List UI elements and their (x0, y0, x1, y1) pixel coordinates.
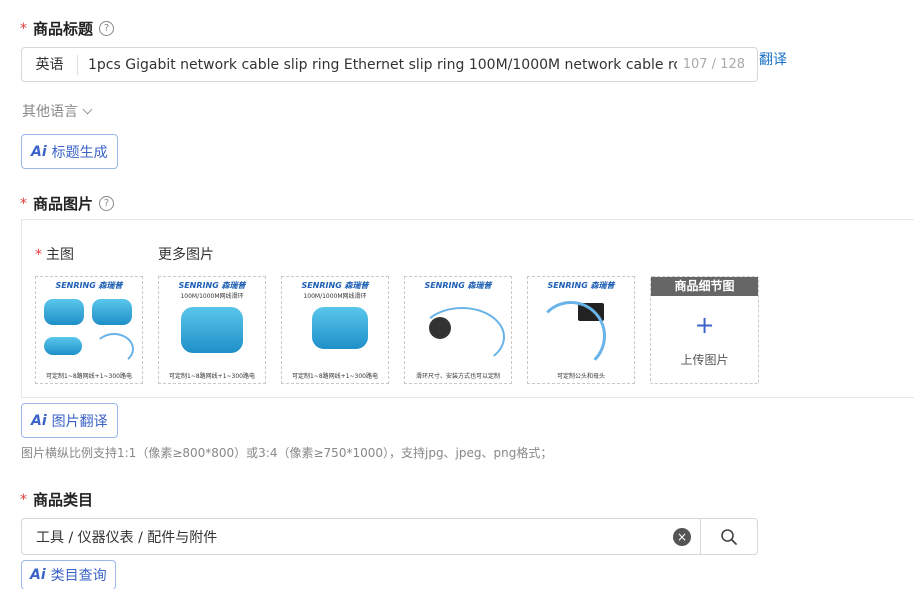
slip-ring-graphic (44, 299, 84, 325)
clear-icon[interactable]: × (673, 527, 691, 546)
required-mark: * (20, 491, 27, 508)
search-button[interactable] (700, 519, 757, 554)
title-value[interactable]: 1pcs Gigabit network cable slip ring Eth… (78, 57, 677, 73)
category-value[interactable]: 工具 / 仪器仪表 / 配件与附件 (22, 527, 673, 547)
slip-ring-graphic (92, 299, 132, 325)
language-selector[interactable]: 英语 (22, 54, 78, 75)
title-input[interactable]: 英语 1pcs Gigabit network cable slip ring … (21, 47, 758, 82)
more-images-label: 更多图片 (158, 247, 214, 263)
product-thumbnail[interactable]: SENRING 森瑞普 100M/1000M网线滑环 可定制1~8路网线+1~3… (281, 276, 389, 384)
slip-ring-graphic (44, 337, 82, 355)
main-image-label: * 主图 (35, 244, 74, 264)
image-requirements-hint: 图片横纵比例支持1:1（像素≥800*800）或3:4（像素≥750*1000）… (21, 446, 553, 460)
product-thumbnail[interactable]: SENRING 森瑞普 可定制公头和母头 (527, 276, 635, 384)
thumbnail-brand: SENRING 森瑞普 (424, 281, 492, 290)
product-thumbnail[interactable]: SENRING 森瑞普 100M/1000M网线滑环 可定制1~8路网线+1~3… (158, 276, 266, 384)
char-count: 107 / 128 (682, 57, 745, 72)
ai-category-query-button[interactable]: Ai 类目查询 (21, 560, 116, 589)
upload-image-tile[interactable]: 商品细节图 + 上传图片 (650, 276, 759, 384)
thumbnail-brand: SENRING 森瑞普 (178, 281, 246, 290)
category-label-text: 商品类目 (33, 491, 94, 509)
detail-image-header: 商品细节图 (651, 277, 758, 296)
product-thumbnail[interactable]: SENRING 森瑞普 滑环尺寸、安装方式也可以定制 (404, 276, 512, 384)
category-label: * 商品类目 (20, 489, 93, 510)
required-mark: * (20, 20, 27, 37)
image-label: * 商品图片 ? (20, 193, 115, 214)
image-label-text: 商品图片 (33, 195, 94, 213)
thumbnail-brand: SENRING 森瑞普 (55, 281, 123, 290)
question-circle-icon[interactable]: ? (99, 21, 115, 36)
chevron-down-icon (82, 104, 93, 114)
thumbnail-caption: 可定制1~8路网线+1~300路电 (169, 373, 255, 380)
thumbnail-brand: SENRING 森瑞普 (547, 281, 615, 290)
thumbnail-caption: 可定制公头和母头 (556, 373, 605, 380)
ai-title-generate-button[interactable]: Ai 标题生成 (21, 134, 118, 169)
plus-icon: + (694, 311, 715, 339)
other-languages-label: 其他语言 (22, 104, 78, 120)
other-languages-toggle[interactable]: 其他语言 (22, 101, 93, 121)
question-circle-icon[interactable]: ? (99, 196, 115, 211)
ai-category-query-label: 类目查询 (50, 568, 107, 584)
thumbnail-subtitle: 100M/1000M网线滑环 (303, 293, 367, 300)
ai-title-generate-label: 标题生成 (51, 144, 108, 161)
ai-image-translate-label: 图片翻译 (51, 413, 108, 430)
product-thumbnail[interactable]: SENRING 森瑞普 可定制1~8路网线+1~300路电 (35, 276, 143, 384)
ai-icon: Ai (31, 143, 47, 160)
ai-image-translate-button[interactable]: Ai 图片翻译 (21, 403, 118, 438)
slip-ring-graphic (181, 307, 243, 353)
required-mark: * (20, 195, 27, 212)
thumbnail-caption: 可定制1~8路网线+1~300路电 (46, 373, 132, 380)
thumbnail-brand: SENRING 森瑞普 (301, 281, 369, 290)
thumbnail-caption: 滑环尺寸、安装方式也可以定制 (415, 373, 500, 380)
cable-graphic (419, 307, 505, 367)
upload-image-label: 上传图片 (680, 353, 729, 367)
main-image-label-text: 主图 (46, 247, 74, 263)
cable-graphic (536, 301, 606, 371)
required-mark: * (35, 247, 42, 263)
title-label: * 商品标题 ? (20, 18, 115, 39)
category-input[interactable]: 工具 / 仪器仪表 / 配件与附件 × (21, 518, 758, 555)
translate-link[interactable]: 翻译 (759, 49, 787, 69)
cable-graphic (94, 333, 134, 365)
ai-icon: Ai (30, 567, 46, 583)
ai-icon: Ai (31, 412, 47, 429)
thumbnail-caption: 可定制1~8路网线+1~300路电 (292, 373, 378, 380)
thumbnail-subtitle: 100M/1000M网线滑环 (180, 293, 244, 300)
search-icon (721, 528, 737, 545)
slip-ring-graphic (312, 307, 368, 349)
title-label-text: 商品标题 (33, 20, 94, 38)
